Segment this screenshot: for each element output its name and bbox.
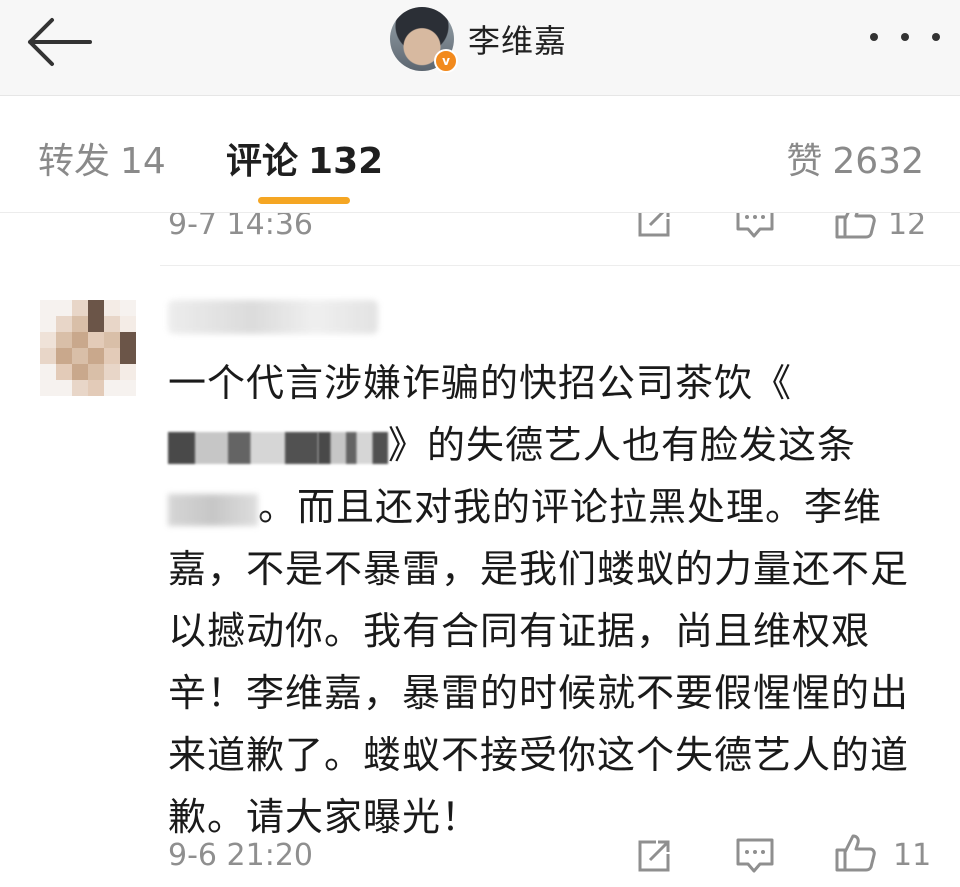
comment-icon: [736, 838, 774, 873]
avatar-mosaic-cell: [56, 380, 72, 396]
like-button[interactable]: [833, 213, 877, 241]
avatar-mosaic-cell: [56, 348, 72, 364]
avatar-mosaic-cell: [56, 332, 72, 348]
avatar-mosaic-cell: [120, 332, 136, 348]
avatar-mosaic-cell: [40, 364, 56, 380]
repost-button[interactable]: [634, 836, 674, 876]
avatar-mosaic-cell: [88, 316, 104, 332]
avatar-mosaic-cell: [72, 380, 88, 396]
like-button[interactable]: [833, 832, 877, 874]
tab-count: 2632: [832, 141, 924, 182]
avatar-mosaic-cell: [120, 380, 136, 396]
tab-likes[interactable]: 赞 2632: [786, 132, 924, 184]
author-info[interactable]: v 李维嘉: [390, 6, 567, 73]
tab-count: 14: [120, 141, 166, 182]
reply-button[interactable]: [734, 836, 776, 876]
like-count: 11: [893, 838, 932, 873]
tab-label: 赞: [786, 141, 823, 182]
comment-text-part: 一个代言涉嫌诈骗的快招公司茶饮《: [168, 361, 793, 405]
verified-badge-icon: v: [434, 49, 458, 73]
avatar-mosaic-cell: [56, 300, 72, 316]
tab-comments[interactable]: 评论 132: [226, 132, 383, 184]
tab-label: 转发: [38, 141, 111, 182]
comment-text: 一个代言涉嫌诈骗的快招公司茶饮《》的失德艺人也有脸发这条。而且还对我的评论拉黑处…: [168, 352, 938, 848]
avatar-mosaic-cell: [40, 348, 56, 364]
thumbs-up-icon: [835, 834, 876, 872]
back-button[interactable]: [20, 12, 100, 72]
redacted-brand-mosaic: [168, 431, 318, 464]
avatar-mosaic-cell: [88, 380, 104, 396]
active-tab-indicator: [258, 197, 350, 204]
top-bar: v 李维嘉: [0, 0, 960, 96]
avatar-mosaic-cell: [104, 332, 120, 348]
avatar-mosaic-cell: [88, 364, 104, 380]
comment-icon: [736, 213, 774, 238]
author-name[interactable]: 李维嘉: [468, 16, 567, 62]
avatar-mosaic-cell: [88, 300, 104, 316]
more-options-button[interactable]: [870, 22, 940, 52]
tab-label: 评论: [226, 141, 299, 182]
arrow-left-icon: [28, 18, 92, 66]
avatar-mosaic-cell: [72, 348, 88, 364]
comment-divider: [160, 265, 960, 266]
avatar-mosaic-cell: [56, 316, 72, 332]
tab-repost[interactable]: 转发 14: [38, 132, 166, 184]
commenter-avatar[interactable]: [40, 300, 136, 396]
avatar-mosaic-cell: [120, 316, 136, 332]
tab-count: 132: [308, 141, 384, 182]
avatar-mosaic-cell: [88, 332, 104, 348]
avatar-mosaic-cell: [40, 332, 56, 348]
avatar-mosaic-cell: [72, 316, 88, 332]
comment-text-part: 。而且还对我的评论拉黑处理。李维嘉，不是不暴雷，是我们蝼蚁的力量还不足以撼动你。…: [168, 485, 910, 839]
avatar-mosaic-cell: [120, 300, 136, 316]
author-avatar[interactable]: v: [390, 7, 458, 73]
comment-text-part: 》的失德艺人也有脸发这条: [388, 423, 857, 467]
avatar-mosaic-cell: [72, 364, 88, 380]
avatar-mosaic-cell: [104, 316, 120, 332]
avatar-mosaic-cell: [72, 332, 88, 348]
comment-footer: 9-6 21:20 11: [0, 830, 960, 880]
repost-button[interactable]: [634, 213, 674, 241]
thumbs-up-icon: [835, 213, 876, 239]
avatar-mosaic-cell: [104, 348, 120, 364]
tab-bar: 转发 14 评论 132 赞 2632: [0, 96, 960, 213]
redacted-brand-mosaic: [318, 431, 388, 464]
reply-button[interactable]: [734, 213, 776, 241]
redacted-word-mosaic: [168, 493, 258, 526]
avatar-mosaic-cell: [104, 380, 120, 396]
previous-comment-footer: 9-7 14:36 12: [0, 213, 960, 265]
avatar-mosaic-cell: [40, 380, 56, 396]
comment-timestamp: 9-6 21:20: [168, 838, 313, 873]
more-dots-icon: [870, 33, 878, 41]
like-count: 12: [888, 213, 927, 242]
avatar-mosaic-cell: [40, 316, 56, 332]
avatar-mosaic-cell: [120, 348, 136, 364]
avatar-mosaic-cell: [40, 300, 56, 316]
avatar-mosaic-cell: [56, 364, 72, 380]
avatar-mosaic-cell: [104, 300, 120, 316]
avatar-mosaic-cell: [88, 348, 104, 364]
commenter-name-redacted[interactable]: [168, 300, 378, 334]
avatar-mosaic-cell: [120, 364, 136, 380]
avatar-mosaic-cell: [72, 300, 88, 316]
repost-icon: [638, 840, 670, 872]
avatar-mosaic-cell: [104, 364, 120, 380]
comment-timestamp: 9-7 14:36: [168, 213, 313, 242]
repost-icon: [638, 213, 670, 237]
